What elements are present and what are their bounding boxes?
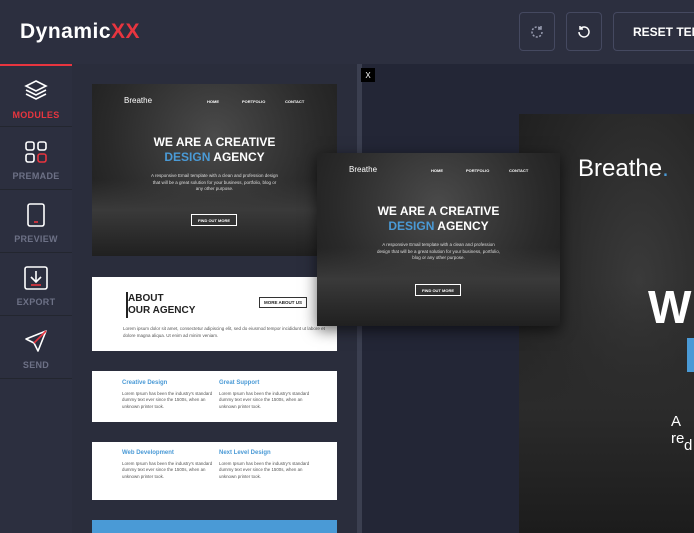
reset-label: RESET TEM	[633, 24, 694, 39]
paper-plane-icon	[25, 330, 47, 352]
canvas-brand: Breathe.	[578, 155, 669, 182]
refresh-icon	[531, 25, 543, 38]
layers-icon	[24, 80, 48, 100]
hero-nav-contact: CONTACT	[509, 168, 529, 173]
logo: DynamicXX	[20, 20, 141, 43]
sidebar-item-label: MODULES	[12, 110, 60, 120]
grid-icon	[25, 141, 47, 163]
sidebar-item-label: EXPORT	[16, 297, 56, 307]
refresh-button[interactable]	[519, 12, 555, 51]
hero-nav-home: HOME	[431, 168, 443, 173]
download-icon	[24, 266, 48, 290]
sidebar-item-label: SEND	[22, 360, 50, 370]
canvas-heading-blue-block	[687, 338, 694, 372]
top-bar: DynamicXX RESET TEM	[0, 0, 694, 64]
reset-template-button[interactable]: RESET TEM	[613, 12, 694, 51]
sidebar-item-modules[interactable]: MODULES	[0, 64, 72, 127]
canvas-heading: W	[648, 281, 692, 333]
sidebar-item-send[interactable]: SEND	[0, 316, 72, 379]
hero-subtext: A responsive Email template with a clean…	[150, 173, 279, 192]
modules-panel: Breathe HOME PORTFOLIO CONTACT WE ARE A …	[72, 64, 357, 533]
hero-nav-home: HOME	[207, 99, 219, 104]
hero-subtext: A responsive Email template with a clean…	[376, 242, 501, 261]
close-button[interactable]: X	[361, 68, 375, 82]
module-about[interactable]: ABOUT OUR AGENCY MORE ABOUT US Lorem ips…	[92, 277, 337, 351]
feature-text: Lorem Ipsum has been the industry's stan…	[219, 461, 310, 479]
hero-nav-contact: CONTACT	[285, 99, 305, 104]
hero-cta: FIND OUT MORE	[191, 214, 237, 226]
canvas-subtext-line-2: d	[684, 437, 693, 454]
about-text: Lorem ipsum dolor sit amet, consectetur …	[123, 326, 325, 338]
module-hero[interactable]: Breathe HOME PORTFOLIO CONTACT WE ARE A …	[92, 84, 337, 256]
hero-cta: FIND OUT MORE	[415, 284, 461, 296]
module-features-2[interactable]: Web Development Lorem Ipsum has been the…	[92, 442, 337, 500]
hero-nav-portfolio: PORTFOLIO	[242, 99, 266, 104]
app-window: DynamicXX RESET TEM MODULES	[0, 0, 694, 533]
hero-nav-portfolio: PORTFOLIO	[466, 168, 490, 173]
undo-button[interactable]	[566, 12, 602, 51]
feature-title: Great Support	[219, 380, 260, 386]
tablet-icon	[27, 203, 45, 227]
hero-headline-2: DESIGN AGENCY	[164, 150, 265, 164]
feature-title: Web Development	[122, 450, 174, 456]
undo-icon	[578, 25, 590, 38]
sidebar-item-preview[interactable]: PREVIEW	[0, 190, 72, 253]
module-blue-bar[interactable]	[92, 520, 337, 533]
module-features-1[interactable]: Creative Design Lorem Ipsum has been the…	[92, 371, 337, 422]
hero-headline-2: DESIGN AGENCY	[388, 219, 489, 233]
sidebar-item-premade[interactable]: PREMADE	[0, 127, 72, 190]
hero-headline-1: WE ARE A CREATIVE	[377, 204, 500, 218]
sidebar-item-label: PREVIEW	[14, 234, 58, 244]
dragging-module-preview[interactable]: Breathe HOME PORTFOLIO CONTACT WE ARE A …	[317, 153, 560, 326]
about-button: MORE ABOUT US	[259, 297, 307, 308]
feature-title: Creative Design	[122, 380, 168, 386]
sidebar-item-export[interactable]: EXPORT	[0, 253, 72, 316]
sidebar: MODULES PREMADE PREVIEW EXPORT SEND	[0, 64, 72, 533]
feature-text: Lorem Ipsum has been the industry's stan…	[122, 461, 213, 479]
feature-text: Lorem Ipsum has been the industry's stan…	[122, 391, 213, 409]
sidebar-item-label: PREMADE	[12, 171, 60, 181]
feature-text: Lorem Ipsum has been the industry's stan…	[219, 391, 310, 409]
hero-headline-1: WE ARE A CREATIVE	[153, 135, 276, 149]
hero-brand: Breathe	[349, 165, 378, 174]
feature-title: Next Level Design	[219, 450, 271, 456]
hero-brand: Breathe	[124, 96, 153, 105]
about-title: ABOUT OUR AGENCY	[128, 293, 196, 316]
